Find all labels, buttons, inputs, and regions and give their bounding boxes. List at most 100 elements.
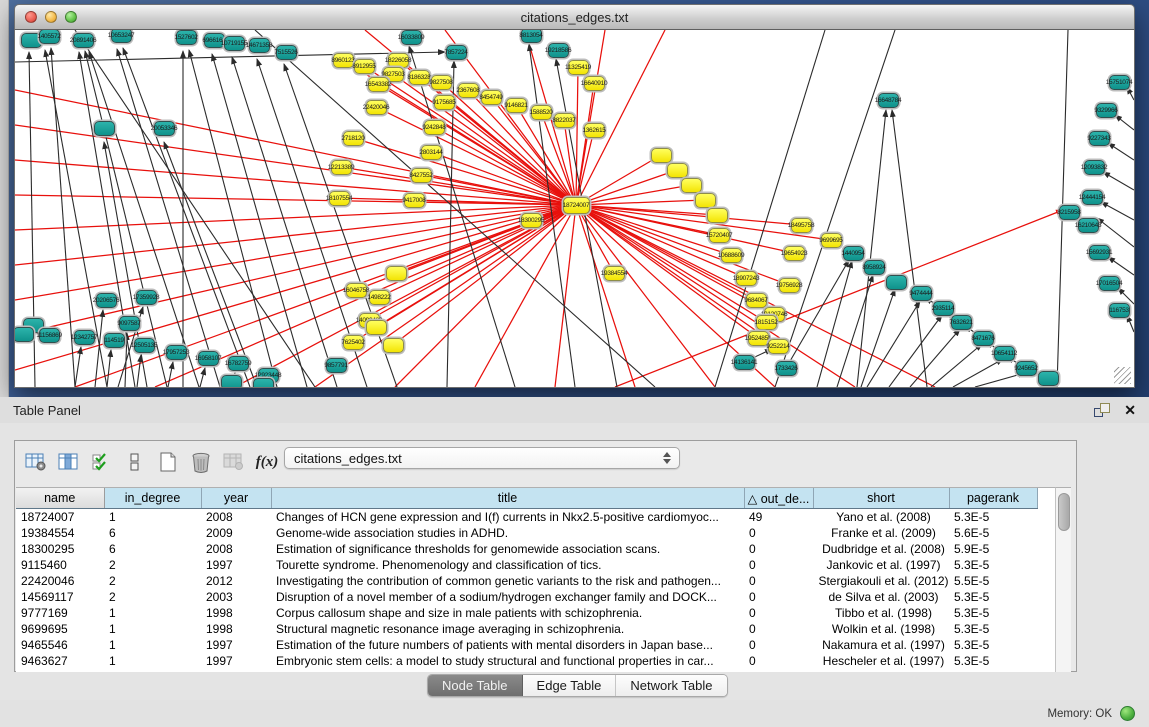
graph-node[interactable]: 9252214 [768, 339, 789, 354]
table-cell[interactable]: Yano et al. (2008) [813, 509, 949, 526]
graph-node[interactable] [1038, 371, 1059, 386]
table-cell[interactable]: 18300295 [16, 541, 104, 557]
table-cell[interactable]: Dudbridge et al. (2008) [813, 541, 949, 557]
table-cell[interactable]: 22420046 [16, 573, 104, 589]
graph-node[interactable]: 14136141 [734, 355, 755, 370]
table-cell[interactable]: 1 [104, 509, 201, 526]
graph-node[interactable]: 8912955 [354, 59, 375, 74]
window-resize-grip[interactable] [1114, 367, 1131, 384]
table-cell[interactable]: Stergiakouli et al. (2012) [813, 573, 949, 589]
table-cell[interactable]: 9699695 [16, 621, 104, 637]
column-header[interactable]: pagerank [949, 488, 1037, 509]
graph-node[interactable]: 16640910 [584, 76, 605, 91]
graph-node[interactable]: 16210643 [1078, 218, 1099, 233]
table-cell[interactable]: 0 [744, 637, 813, 653]
table-cell[interactable]: 0 [744, 605, 813, 621]
table-row[interactable]: 1872400712008Changes of HCN gene express… [16, 509, 1037, 526]
graph-node[interactable]: 18300295 [521, 213, 542, 228]
table-cell[interactable]: 14569117 [16, 589, 104, 605]
table-cell[interactable]: Corpus callosum shape and size in male p… [271, 605, 744, 621]
table-cell[interactable]: Nakamura et al. (1997) [813, 637, 949, 653]
graph-node[interactable]: 15720407 [709, 228, 730, 243]
graph-node[interactable]: 22420046 [366, 100, 387, 115]
graph-node[interactable]: 9684067 [746, 293, 767, 308]
table-cell[interactable]: 0 [744, 557, 813, 573]
graph-node[interactable]: 18107554 [329, 191, 350, 206]
table-cell[interactable]: 1997 [201, 637, 271, 653]
column-header[interactable]: year [201, 488, 271, 509]
graph-node[interactable]: 10688609 [721, 248, 742, 263]
graph-node[interactable]: 16046758 [346, 283, 367, 298]
graph-node[interactable]: 16033809 [401, 30, 422, 45]
graph-node[interactable] [221, 375, 242, 389]
select-rows-icon[interactable] [87, 448, 117, 476]
graph-node[interactable]: 12444154 [1082, 190, 1103, 205]
import-table-icon[interactable] [219, 448, 249, 476]
graph-node[interactable]: 7625402 [343, 335, 364, 350]
graph-node[interactable]: 8813054 [521, 30, 542, 43]
graph-node[interactable] [681, 178, 702, 193]
graph-node[interactable] [667, 163, 688, 178]
graph-node[interactable]: 17957253 [166, 345, 187, 360]
network-window[interactable]: citations_edges.txt 18724007183002951938… [14, 4, 1135, 387]
column-header[interactable]: title [271, 488, 744, 509]
graph-node[interactable]: 20891406 [73, 33, 94, 48]
graph-node[interactable]: 116753 [1109, 303, 1130, 318]
table-cell[interactable]: Structural magnetic resonance image aver… [271, 621, 744, 637]
table-cell[interactable]: Jankovic et al. (1997) [813, 557, 949, 573]
table-cell[interactable]: 5.3E-5 [949, 637, 1037, 653]
graph-node[interactable]: 9146821 [506, 98, 527, 113]
graph-node[interactable]: 9857791 [326, 358, 347, 373]
column-header[interactable]: short [813, 488, 949, 509]
table-cell[interactable]: Hescheler et al. (1997) [813, 653, 949, 669]
table-cell[interactable]: Tourette syndrome. Phenomenology and cla… [271, 557, 744, 573]
graph-node[interactable] [366, 320, 387, 335]
table-cell[interactable]: Disruption of a novel member of a sodium… [271, 589, 744, 605]
graph-node[interactable]: 18724007 [563, 197, 590, 214]
table-cell[interactable]: 2008 [201, 541, 271, 557]
table-cell[interactable]: 2 [104, 557, 201, 573]
graph-node[interactable]: 8958924 [864, 260, 885, 275]
table-cell[interactable]: 9115460 [16, 557, 104, 573]
graph-node[interactable] [651, 148, 672, 163]
graph-node[interactable]: 9175685 [434, 95, 455, 110]
tab-node-table[interactable]: Node Table [428, 675, 523, 696]
graph-node[interactable] [253, 378, 274, 389]
graph-node[interactable]: 17016504 [1099, 276, 1120, 291]
graph-node[interactable]: 1405572 [39, 30, 60, 44]
graph-node[interactable] [695, 193, 716, 208]
new-table-icon[interactable] [153, 448, 183, 476]
table-cell[interactable]: 0 [744, 541, 813, 557]
graph-node[interactable]: 11325419 [568, 60, 589, 75]
graph-node[interactable]: 8471676 [973, 331, 994, 346]
hide-columns-icon[interactable] [120, 448, 150, 476]
graph-node[interactable]: 12342757 [74, 330, 95, 345]
graph-node[interactable]: 9227343 [1089, 131, 1110, 146]
graph-node[interactable]: 19218586 [548, 43, 569, 58]
graph-node[interactable]: 8215958 [1059, 205, 1080, 220]
table-cell[interactable]: 6 [104, 525, 201, 541]
table-cell[interactable]: 5.3E-5 [949, 653, 1037, 669]
graph-node[interactable] [14, 327, 34, 342]
table-cell[interactable]: 49 [744, 509, 813, 526]
tab-edge-table[interactable]: Edge Table [523, 675, 617, 696]
memory-status-indicator[interactable] [1120, 706, 1135, 721]
delete-table-icon[interactable] [186, 448, 216, 476]
table-row[interactable]: 969969511998Structural magnetic resonanc… [16, 621, 1037, 637]
graph-node[interactable] [886, 275, 907, 290]
graph-node[interactable]: 16958107 [198, 351, 219, 366]
table-cell[interactable]: 1 [104, 637, 201, 653]
graph-node[interactable]: 20206576 [96, 293, 117, 308]
graph-node[interactable]: 11156869 [39, 328, 60, 343]
graph-node[interactable]: 9097587 [119, 316, 140, 331]
select-columns-icon[interactable] [54, 448, 84, 476]
table-cell[interactable]: 0 [744, 525, 813, 541]
table-cell[interactable]: Wolkin et al. (1998) [813, 621, 949, 637]
table-cell[interactable]: 2008 [201, 509, 271, 526]
graph-node[interactable]: 10653247 [111, 30, 132, 43]
graph-node[interactable]: 8960123 [333, 53, 354, 68]
table-cell[interactable]: 18724007 [16, 509, 104, 526]
tab-network-table[interactable]: Network Table [616, 675, 726, 696]
table-cell[interactable]: 1 [104, 605, 201, 621]
table-row[interactable]: 2242004622012Investigating the contribut… [16, 573, 1037, 589]
